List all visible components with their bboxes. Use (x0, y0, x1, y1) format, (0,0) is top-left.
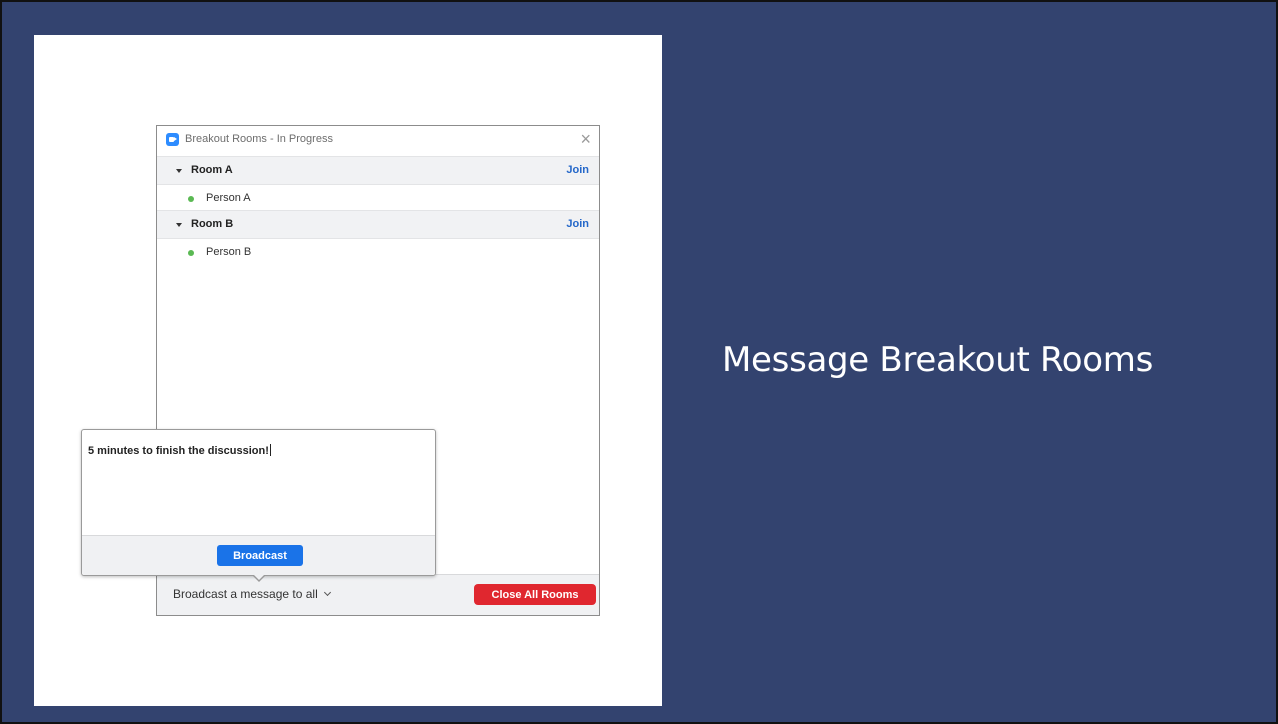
participant-row: Person B (157, 240, 599, 264)
participant-name: Person A (206, 192, 251, 204)
slide: Breakout Rooms - In Progress × Room A Jo… (0, 0, 1278, 724)
broadcast-trigger-label: Broadcast a message to all (173, 587, 318, 601)
text-cursor (269, 444, 271, 456)
broadcast-message-text: 5 minutes to finish the discussion! (88, 445, 269, 457)
window-footer: Broadcast a message to all Close All Roo… (157, 574, 599, 615)
popup-pointer (252, 574, 266, 582)
join-room-b-button[interactable]: Join (566, 218, 589, 230)
participant-name: Person B (206, 246, 252, 258)
popup-footer: Broadcast (82, 535, 435, 575)
close-all-rooms-button[interactable]: Close All Rooms (474, 584, 596, 605)
broadcast-message-input[interactable]: 5 minutes to finish the discussion! (88, 444, 271, 457)
close-icon[interactable]: × (580, 129, 591, 149)
broadcast-button[interactable]: Broadcast (217, 545, 303, 566)
caret-down-icon[interactable] (176, 223, 182, 227)
participant-row: Person A (157, 186, 599, 210)
chevron-down-icon (323, 588, 331, 597)
broadcast-popup: 5 minutes to finish the discussion! Broa… (81, 429, 436, 582)
room-name: Room B (191, 218, 234, 230)
zoom-camera-icon (166, 133, 179, 146)
room-row-a[interactable]: Room A Join (157, 156, 599, 185)
broadcast-message-dropdown[interactable]: Broadcast a message to all (173, 587, 331, 601)
online-status-icon (188, 250, 194, 256)
join-room-a-button[interactable]: Join (566, 164, 589, 176)
window-titlebar: Breakout Rooms - In Progress × (157, 126, 599, 155)
room-row-b[interactable]: Room B Join (157, 210, 599, 239)
caret-down-icon[interactable] (176, 169, 182, 173)
slide-title: Message Breakout Rooms (722, 340, 1154, 380)
online-status-icon (188, 196, 194, 202)
window-title: Breakout Rooms - In Progress (185, 133, 333, 145)
room-name: Room A (191, 164, 233, 176)
